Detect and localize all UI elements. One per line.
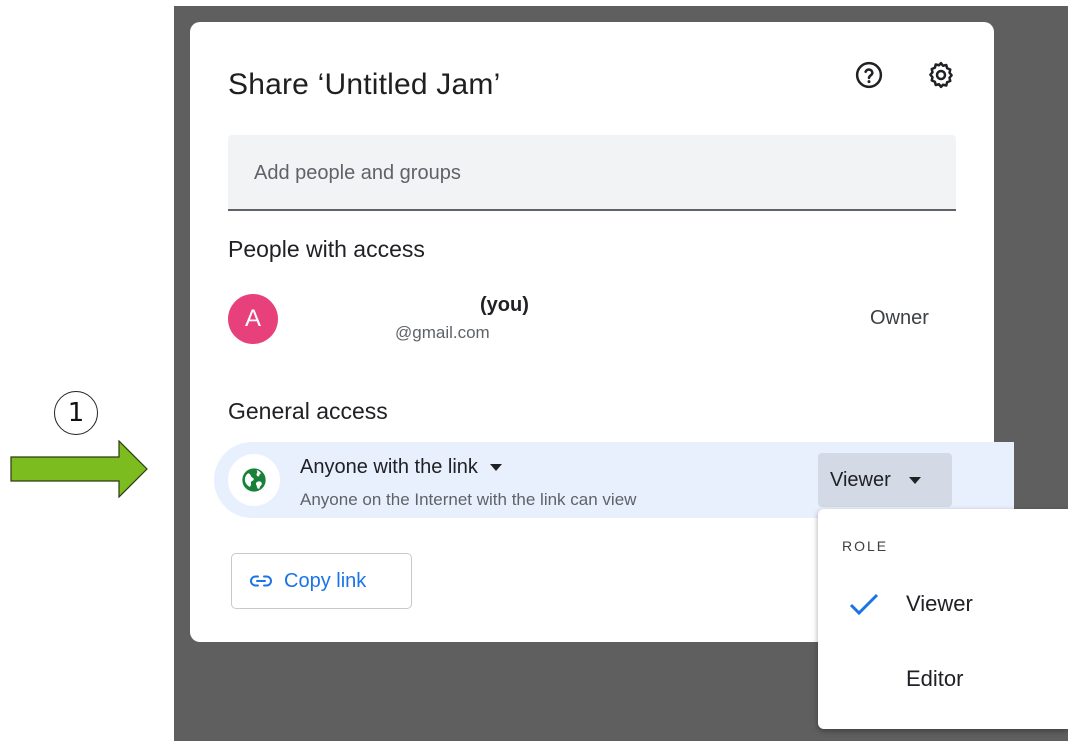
general-access-heading: General access <box>228 398 388 424</box>
role-option-editor[interactable]: Editor <box>818 646 1068 710</box>
screen: 1 Share ‘Untitled Jam’ People with acces… <box>0 0 1068 741</box>
link-icon <box>250 575 272 587</box>
role-menu-header: ROLE <box>842 538 889 554</box>
role-option-viewer[interactable]: Viewer <box>818 571 1068 635</box>
link-access-label: Anyone with the link <box>300 456 478 478</box>
gear-icon[interactable] <box>926 60 956 90</box>
step-number-badge: 1 <box>54 391 98 435</box>
people-with-access-heading: People with access <box>228 236 425 262</box>
checkmark-icon <box>849 593 879 616</box>
caret-down-icon <box>489 464 502 471</box>
role-option-label: Viewer <box>906 591 973 616</box>
role-menu: ROLE Viewer Editor <box>818 509 1068 729</box>
link-access-dropdown[interactable]: Anyone with the link <box>300 456 502 479</box>
role-dropdown-button[interactable]: Viewer <box>818 453 952 507</box>
avatar: A <box>228 294 278 344</box>
add-people-field[interactable] <box>228 135 956 211</box>
person-email: @gmail.com <box>395 323 490 342</box>
caret-down-icon <box>908 476 921 484</box>
copy-link-label: Copy link <box>284 569 367 592</box>
link-access-description: Anyone on the Internet with the link can… <box>300 490 637 509</box>
role-option-label: Editor <box>906 666 964 691</box>
add-people-input[interactable] <box>252 155 936 191</box>
person-role-label: Owner <box>870 307 929 329</box>
globe-icon <box>242 468 266 492</box>
copy-link-button[interactable]: Copy link <box>231 553 412 609</box>
help-circle-icon[interactable] <box>854 60 884 90</box>
avatar-letter: A <box>244 305 261 332</box>
person-name: (you) <box>480 294 529 316</box>
step-number: 1 <box>67 398 85 428</box>
annotation-arrow-icon <box>10 440 148 498</box>
dialog-title: Share ‘Untitled Jam’ <box>228 68 501 101</box>
role-dropdown-label: Viewer <box>830 468 891 491</box>
general-access-row: Anyone with the link Anyone on the Inter… <box>214 442 1014 518</box>
globe-icon-container <box>228 454 280 506</box>
